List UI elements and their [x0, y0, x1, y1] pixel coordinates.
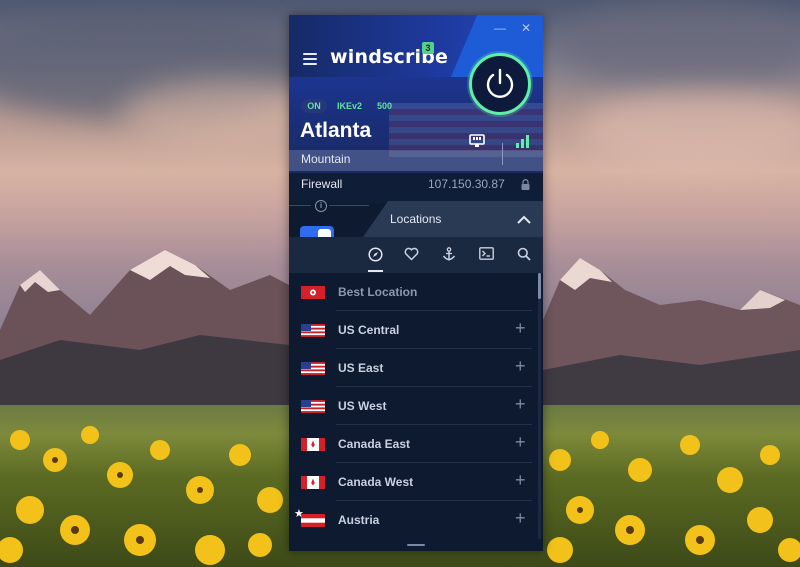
- canada-flag-icon: [301, 476, 325, 489]
- location-name: Austria: [338, 513, 380, 527]
- list-item-canada-east[interactable]: Canada East +: [289, 425, 537, 463]
- hong-kong-flag-icon: [301, 286, 325, 299]
- list-item-best-location[interactable]: Best Location: [289, 273, 537, 311]
- notification-badge[interactable]: 3: [422, 42, 434, 54]
- list-item-us-west[interactable]: US West +: [289, 387, 537, 425]
- chevron-up-icon[interactable]: [517, 212, 531, 230]
- location-name: US West: [338, 399, 387, 413]
- active-tab-indicator: [368, 270, 383, 272]
- close-button[interactable]: ✕: [521, 21, 531, 35]
- search-icon[interactable]: [517, 247, 531, 266]
- compass-icon[interactable]: [368, 247, 383, 267]
- minimize-button[interactable]: —: [494, 21, 506, 35]
- expand-plus-icon[interactable]: +: [515, 433, 526, 451]
- list-item-austria[interactable]: ★ Austria +: [289, 501, 537, 539]
- menu-icon[interactable]: [303, 53, 317, 65]
- location-name: Canada East: [338, 437, 411, 451]
- port-label[interactable]: 500: [377, 101, 392, 111]
- info-divider-right: [329, 205, 369, 206]
- ip-address: 107.150.30.87: [428, 177, 505, 191]
- location-name: US East: [338, 361, 384, 375]
- premium-star-icon: ★: [294, 508, 304, 520]
- location-nickname: Mountain: [301, 152, 351, 166]
- windscribe-window: windscribe 3 — ✕ ON IKEv2 500 Atlanta Mo…: [289, 15, 543, 551]
- us-flag-icon: [301, 400, 325, 413]
- expand-plus-icon[interactable]: +: [515, 471, 526, 489]
- lock-icon[interactable]: [521, 177, 530, 195]
- scrollbar-track: [538, 273, 541, 539]
- canada-flag-icon: [301, 438, 325, 451]
- expand-plus-icon[interactable]: +: [515, 357, 526, 375]
- location-name: Canada West: [338, 475, 414, 489]
- terminal-icon[interactable]: [479, 247, 494, 265]
- protocol-label[interactable]: IKEv2: [337, 101, 362, 111]
- us-flag-icon: [301, 324, 325, 337]
- firewall-label: Firewall: [301, 177, 343, 191]
- connection-status-badge: ON: [301, 99, 327, 113]
- list-item-us-central[interactable]: US Central +: [289, 311, 537, 349]
- connected-city: Atlanta: [300, 119, 372, 142]
- expand-plus-icon[interactable]: +: [515, 319, 526, 337]
- list-item-canada-west[interactable]: Canada West +: [289, 463, 537, 501]
- locations-title: Locations: [390, 212, 442, 226]
- list-item-us-east[interactable]: US East +: [289, 349, 537, 387]
- info-divider-left: [289, 205, 311, 206]
- location-name: US Central: [338, 323, 400, 337]
- us-flag-icon: [301, 362, 325, 375]
- header-divider: [502, 143, 503, 165]
- heart-icon[interactable]: [404, 247, 419, 266]
- expand-plus-icon[interactable]: +: [515, 509, 526, 527]
- scrollbar-thumb[interactable]: [538, 273, 541, 299]
- expand-plus-icon[interactable]: +: [515, 395, 526, 413]
- power-button[interactable]: [469, 53, 531, 115]
- power-icon: [486, 68, 514, 98]
- network-icon[interactable]: [469, 134, 485, 153]
- resize-handle[interactable]: [407, 544, 425, 546]
- signal-strength-icon: [515, 134, 531, 153]
- anchor-icon[interactable]: [442, 247, 456, 267]
- info-icon[interactable]: i: [315, 200, 327, 212]
- location-name: Best Location: [338, 285, 418, 299]
- austria-flag-icon: [301, 514, 325, 527]
